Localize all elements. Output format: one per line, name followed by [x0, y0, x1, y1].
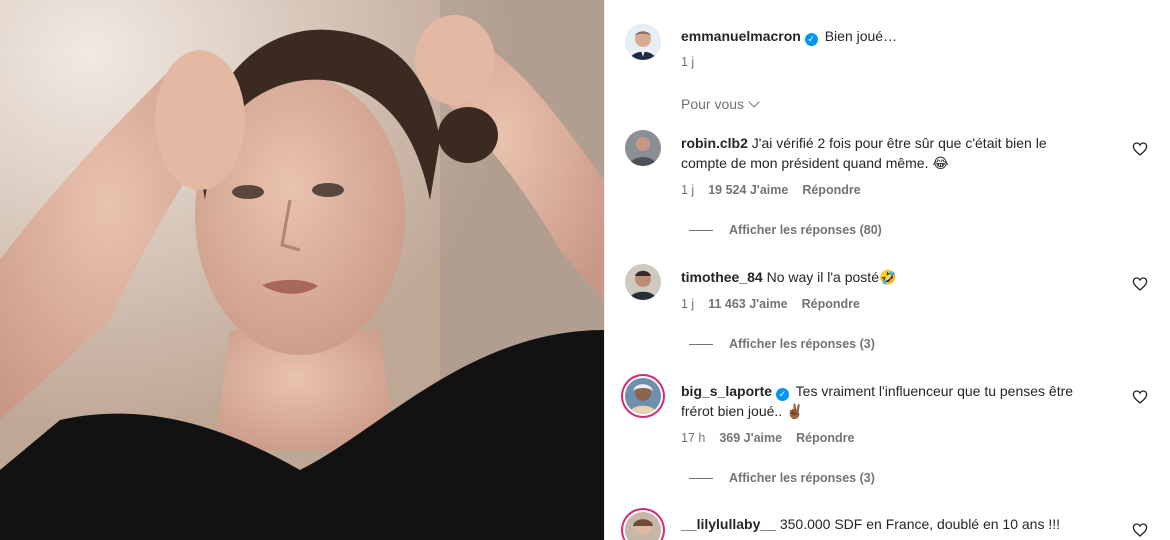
comments-panel: emmanuelmacron ✓ Bien joué… 1 j Pour vous… [604, 0, 1170, 540]
comment-username[interactable]: robin.clb2 [681, 135, 748, 151]
caption-line: emmanuelmacron ✓ Bien joué… [681, 26, 897, 46]
heart-outline-icon[interactable] [1132, 141, 1148, 157]
comment-body-line1: 350.000 SDF en France, doublé en 10 ans … [779, 516, 1061, 532]
comment-text: robin.clb2 J'ai vérifié 2 fois pour être… [681, 133, 1047, 153]
caption-meta: 1 j [681, 55, 694, 69]
heart-outline-icon[interactable] [1132, 389, 1148, 405]
comment-text: __lilylullaby__ 350.000 SDF en France, d… [681, 514, 1060, 534]
heart-outline-icon[interactable] [1132, 522, 1148, 538]
comment-avatar[interactable] [625, 512, 661, 540]
verified-badge-icon: ✓ [776, 388, 790, 401]
instagram-post-view: emmanuelmacron ✓ Bien joué… 1 j Pour vous… [0, 0, 1170, 540]
comment-likes[interactable]: 369 J'aime [719, 431, 782, 445]
comment-username[interactable]: __lilylullaby__ [681, 516, 776, 532]
comment-avatar[interactable] [625, 130, 661, 166]
replies-divider [689, 343, 713, 345]
comment-body-line1: J'ai vérifié 2 fois pour être sûr que c'… [751, 135, 1047, 151]
comment-avatar[interactable] [625, 378, 661, 414]
comment-username[interactable]: timothee_84 [681, 269, 763, 285]
replies-divider [689, 229, 713, 231]
author-avatar[interactable] [625, 24, 661, 60]
comment-username[interactable]: big_s_laporte [681, 383, 772, 399]
comment-avatar[interactable] [625, 264, 661, 300]
view-replies-label: Afficher les réponses (80) [729, 223, 882, 237]
reply-button[interactable]: Répondre [802, 297, 860, 311]
comment-text: timothee_84 No way il l'a posté🤣 [681, 267, 896, 287]
comment-age[interactable]: 17 h [681, 431, 705, 445]
view-replies-label: Afficher les réponses (3) [729, 471, 875, 485]
heart-outline-icon[interactable] [1132, 276, 1148, 292]
caption-text: Bien joué… [824, 28, 898, 44]
post-media[interactable] [0, 0, 604, 540]
comment-age[interactable]: 1 j [681, 297, 694, 311]
comment-age[interactable]: 1 j [681, 183, 694, 197]
verified-badge-icon: ✓ [804, 33, 818, 46]
comment-text: big_s_laporte ✓ Tes vraiment l'influenceu… [681, 381, 1073, 401]
author-username[interactable]: emmanuelmacron [681, 28, 801, 44]
reply-button[interactable]: Répondre [802, 183, 860, 197]
view-replies-label: Afficher les réponses (3) [729, 337, 875, 351]
comment-body-line1: No way il l'a posté🤣 [766, 269, 897, 285]
caption-age[interactable]: 1 j [681, 55, 694, 69]
replies-divider [689, 477, 713, 479]
comment-body-line2: frérot bien joué.. ✌🏾 [681, 403, 804, 419]
comment-body-line2: compte de mon président quand même. 😂 [681, 155, 949, 171]
chevron-down-icon [748, 96, 760, 108]
post-photo [0, 0, 604, 540]
comment-meta: 1 j 11 463 J'aime Répondre [681, 297, 860, 311]
view-replies-button[interactable]: Afficher les réponses (80) [689, 223, 882, 237]
comment-likes[interactable]: 19 524 J'aime [708, 183, 788, 197]
reply-button[interactable]: Répondre [796, 431, 854, 445]
view-replies-button[interactable]: Afficher les réponses (3) [689, 471, 875, 485]
comment-meta: 17 h 369 J'aime Répondre [681, 431, 854, 445]
comment-filter-dropdown[interactable]: Pour vous [681, 96, 760, 112]
comment-likes[interactable]: 11 463 J'aime [708, 297, 787, 311]
view-replies-button[interactable]: Afficher les réponses (3) [689, 337, 875, 351]
filter-label: Pour vous [681, 96, 745, 112]
comment-body-line1: Tes vraiment l'influenceur que tu penses… [795, 383, 1074, 399]
comment-meta: 1 j 19 524 J'aime Répondre [681, 183, 861, 197]
